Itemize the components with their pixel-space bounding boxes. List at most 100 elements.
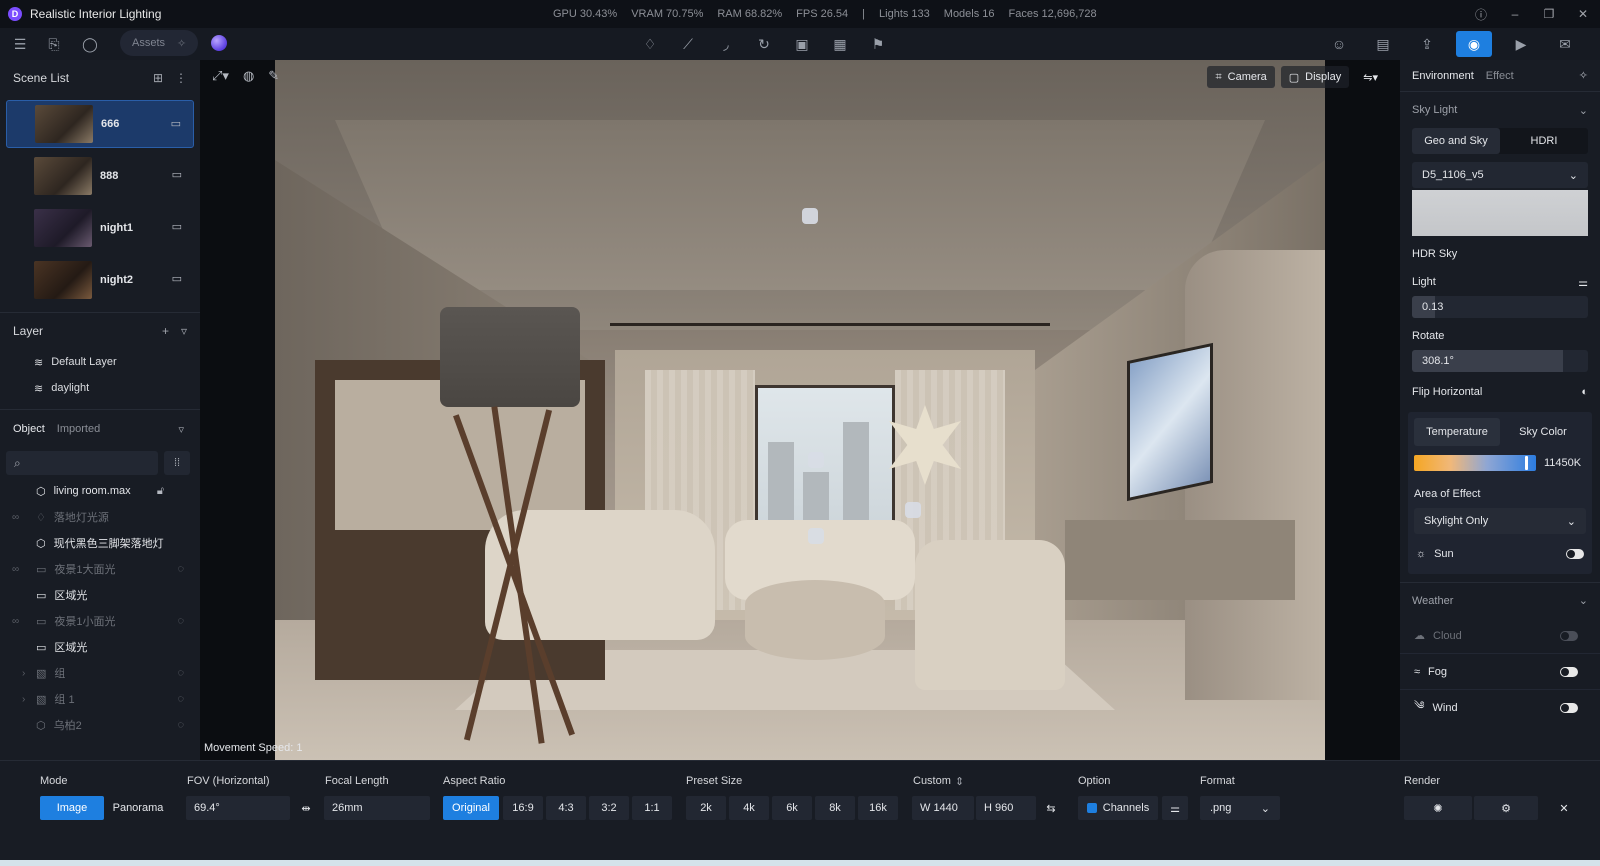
mode-image-button[interactable]: Image <box>40 796 104 820</box>
render-aperture-button[interactable]: ✺ <box>1404 796 1472 820</box>
aspect-original-button[interactable]: Original <box>443 796 499 820</box>
format-select[interactable]: .png ⌄ <box>1200 796 1280 820</box>
tab-imported[interactable]: Imported <box>57 423 100 435</box>
mode-panorama-button[interactable]: Panorama <box>104 796 172 820</box>
light-gizmo-icon[interactable] <box>808 452 824 468</box>
display-button[interactable]: ▢ Display <box>1280 66 1350 88</box>
swap-dimensions-icon[interactable]: ⇆ <box>1039 796 1063 820</box>
tab-temperature[interactable]: Temperature <box>1414 418 1500 446</box>
half-circle-toggle-icon[interactable]: ◐ <box>1581 386 1588 398</box>
eye-off-icon[interactable]: ◌ <box>177 719 184 731</box>
aspect-3-2-button[interactable]: 3:2 <box>589 796 629 820</box>
render-queue-icon[interactable]: ▤ <box>1368 31 1398 57</box>
tab-effect[interactable]: Effect <box>1486 70 1514 82</box>
user-icon[interactable]: ☺ <box>1324 31 1354 57</box>
grid-tool-icon[interactable]: ▦ <box>830 34 850 54</box>
help-icon[interactable]: ⓘ <box>1464 6 1498 23</box>
preset-4k-button[interactable]: 4k <box>729 796 769 820</box>
brush-tool-icon[interactable]: ◞ <box>716 34 736 54</box>
seg-geo-and-sky[interactable]: Geo and Sky <box>1412 128 1500 154</box>
wind-toggle[interactable] <box>1560 703 1578 713</box>
preset-6k-button[interactable]: 6k <box>772 796 812 820</box>
box-tool-icon[interactable]: ▣ <box>792 34 812 54</box>
rotate-slider[interactable]: 308.1° <box>1412 350 1588 372</box>
aspect-1-1-button[interactable]: 1:1 <box>632 796 672 820</box>
camera-icon[interactable]: ▭ <box>171 117 181 130</box>
eye-off-icon[interactable]: ◌ <box>177 615 184 627</box>
light-bulb-icon[interactable]: ♢ <box>640 34 660 54</box>
channels-button[interactable]: Channels <box>1078 796 1158 820</box>
eye-off-icon[interactable]: ◌ <box>177 667 184 679</box>
object-item[interactable]: › ▧ 组 1 ◌ <box>0 686 200 712</box>
object-item[interactable]: › ▧ 组 ◌ <box>0 660 200 686</box>
eye-off-icon[interactable]: ◌ <box>177 693 184 705</box>
fog-toggle[interactable] <box>1560 666 1578 677</box>
light-gizmo-icon[interactable] <box>808 528 824 544</box>
sky-light-header[interactable]: Sky Light ⌄ <box>1400 92 1600 128</box>
share-icon[interactable]: ⇪ <box>1412 31 1442 57</box>
flag-tool-icon[interactable]: ⚑ <box>868 34 888 54</box>
temperature-handle[interactable] <box>1525 456 1528 470</box>
preset-2k-button[interactable]: 2k <box>686 796 726 820</box>
camera-button[interactable]: ⌗ Camera <box>1207 66 1275 88</box>
scene-item-night2[interactable]: night2 ▭ <box>6 256 194 304</box>
object-item[interactable]: ∞ ♢ 落地灯光源 <box>0 504 200 530</box>
channels-settings-icon[interactable]: ⚌ <box>1162 796 1188 820</box>
globe-icon[interactable]: ◍ <box>243 68 254 84</box>
minimize-icon[interactable]: – <box>1498 7 1532 21</box>
add-scene-icon[interactable]: ⊞ <box>153 71 163 85</box>
custom-width-input[interactable]: W 1440 <box>912 796 974 820</box>
rotate-tool-icon[interactable]: ↻ <box>754 34 774 54</box>
sort-icon[interactable]: ⇕ <box>955 775 964 788</box>
chat-icon[interactable]: ◯ <box>80 34 100 54</box>
sun-toggle[interactable] <box>1566 549 1584 559</box>
grid-view-button[interactable]: ⁞⁞ <box>164 451 190 475</box>
menu-icon[interactable]: ☰ <box>10 34 30 54</box>
custom-height-input[interactable]: H 960 <box>976 796 1036 820</box>
path-tool-icon[interactable]: ⟋ <box>678 34 698 54</box>
assets-button[interactable]: Assets ✧ <box>120 30 198 56</box>
light-gizmo-icon[interactable] <box>905 502 921 518</box>
area-of-effect-select[interactable]: Skylight Only ⌄ <box>1414 508 1586 534</box>
filter-icon[interactable]: ▿ <box>181 324 187 338</box>
add-layer-icon[interactable]: + <box>162 324 169 338</box>
hdri-preview[interactable] <box>1412 190 1588 236</box>
light-gizmo-icon[interactable] <box>802 208 818 224</box>
inbox-icon[interactable]: ✉ <box>1550 31 1580 57</box>
tab-object[interactable]: Object <box>13 423 45 435</box>
aspect-4-3-button[interactable]: 4:3 <box>546 796 586 820</box>
ai-orb-icon[interactable] <box>211 35 227 51</box>
object-item[interactable]: ▭ 区域光 <box>0 582 200 608</box>
object-item[interactable]: ▭ 区域光 <box>0 634 200 660</box>
scene-item-666[interactable]: 666 ▭ <box>6 100 194 148</box>
more-icon[interactable]: ⋮ <box>175 71 187 85</box>
expand-icon[interactable]: › <box>22 694 25 705</box>
eye-off-icon[interactable]: ◌ <box>177 563 184 575</box>
tab-environment[interactable]: Environment <box>1412 70 1474 82</box>
object-item[interactable]: ∞ ▭ 夜景1大面光 ◌ <box>0 556 200 582</box>
preset-16k-button[interactable]: 16k <box>858 796 898 820</box>
3d-viewport[interactable]: ⤢▾ ◍ ✎ ⌗ Camera ▢ Display ⇋▾ Movement Sp… <box>200 60 1400 760</box>
import-file-icon[interactable]: ⎘ <box>44 34 64 54</box>
scene-item-night1[interactable]: night1 ▭ <box>6 204 194 252</box>
aspect-16-9-button[interactable]: 16:9 <box>503 796 543 820</box>
object-item[interactable]: ⬡ 现代黑色三脚架落地灯 <box>0 530 200 556</box>
adjust-icon[interactable]: ⚌ <box>1578 276 1588 289</box>
seg-hdri[interactable]: HDRI <box>1500 128 1588 154</box>
camera-render-icon[interactable]: ◉ <box>1456 31 1492 57</box>
layer-item-daylight[interactable]: ≋ daylight <box>0 375 200 401</box>
axis-gizmo-icon[interactable]: ⤢▾ <box>212 68 229 84</box>
filter-icon[interactable]: ▿ <box>178 423 184 436</box>
lock-icon[interactable]: 🔓︎ <box>157 485 164 498</box>
fov-link-icon[interactable]: ⇹ <box>294 796 318 820</box>
camera-icon[interactable]: ▭ <box>172 168 182 181</box>
object-item[interactable]: ⬡ 乌柏2 ◌ <box>0 712 200 738</box>
view-mode-dropdown[interactable]: ⇋▾ <box>1355 66 1386 88</box>
maximize-icon[interactable]: ❐ <box>1532 7 1566 21</box>
scene-item-888[interactable]: 888 ▭ <box>6 152 194 200</box>
hdri-select[interactable]: D5_1106_v5 ⌄ <box>1412 162 1588 188</box>
pen-icon[interactable]: ✎ <box>268 68 279 84</box>
close-render-icon[interactable]: ✕ <box>1542 796 1586 820</box>
camera-icon[interactable]: ▭ <box>172 272 182 285</box>
tab-sky-color[interactable]: Sky Color <box>1500 418 1586 446</box>
